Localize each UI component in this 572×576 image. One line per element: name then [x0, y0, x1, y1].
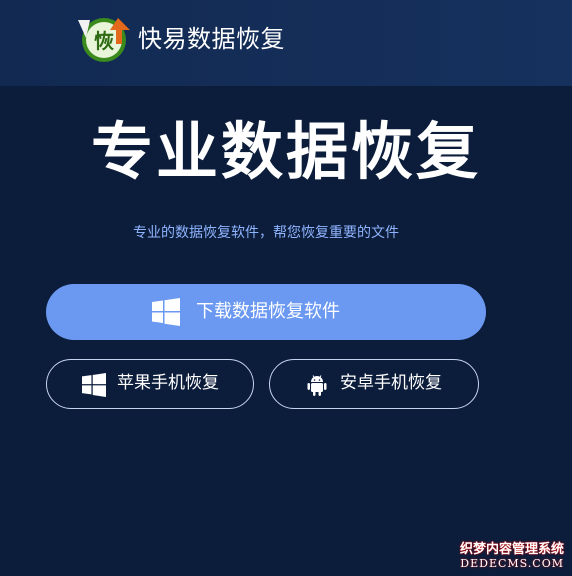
windows-icon [82, 373, 106, 397]
hero-subtitle: 专业的数据恢复软件，帮您恢复重要的文件 [133, 225, 399, 241]
brand-name[interactable]: 快易数据恢复 [138, 22, 285, 56]
logo-text: 恢 [94, 29, 114, 53]
watermark-line2: DEDECMS.COM [460, 557, 564, 570]
watermark-line1: 织梦内容管理系统 [459, 542, 564, 557]
android-recovery-label: 安卓手机恢复 [340, 373, 442, 393]
watermark: 织梦内容管理系统 DEDECMS.COM [454, 538, 564, 570]
hero-title: 专业数据恢复 [90, 115, 481, 188]
android-icon [307, 375, 327, 396]
top-header: 恢 快易数据恢复 [0, 0, 572, 86]
android-recovery-button[interactable]: 安卓手机恢复 [269, 359, 479, 409]
download-label: 下载数据恢复软件 [196, 301, 340, 322]
apple-recovery-button[interactable]: 苹果手机恢复 [46, 359, 254, 409]
logo-icon[interactable]: 恢 [74, 14, 132, 66]
apple-recovery-label: 苹果手机恢复 [117, 373, 219, 393]
download-software-button[interactable]: 下载数据恢复软件 [46, 284, 486, 340]
windows-icon [152, 298, 180, 326]
